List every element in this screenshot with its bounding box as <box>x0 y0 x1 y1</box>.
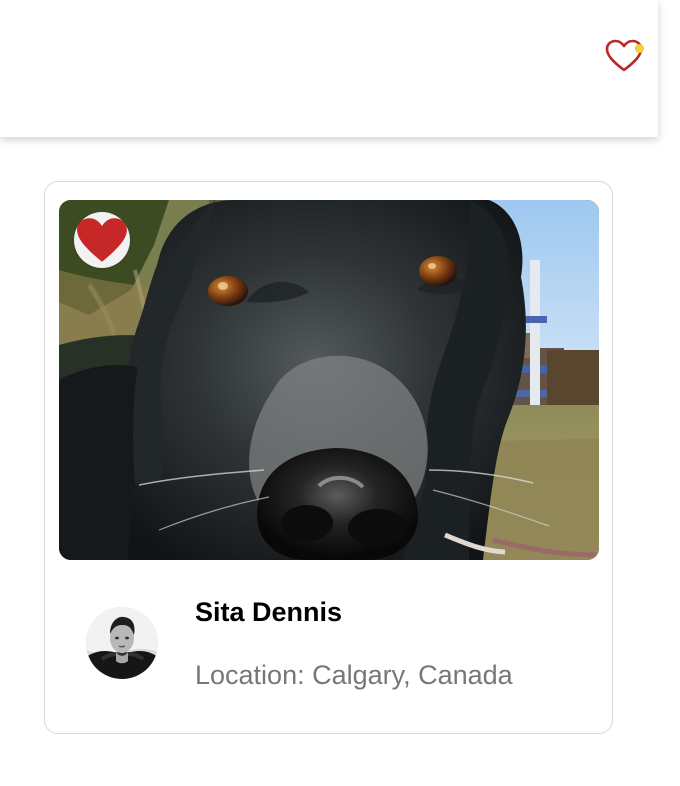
owner-name: Sita Dennis <box>195 597 343 627</box>
like-button[interactable] <box>74 212 130 268</box>
favorites-button[interactable] <box>600 36 648 76</box>
top-bar <box>0 0 658 137</box>
pet-photo <box>59 200 599 560</box>
avatar <box>86 607 158 679</box>
dog-photo-image <box>59 200 599 560</box>
pet-card: Sita Dennis Location: Calgary, Canada <box>44 181 613 734</box>
owner-location: Location: Calgary, Canada <box>195 660 513 690</box>
notification-dot <box>635 44 644 53</box>
heart-filled-icon <box>77 218 127 262</box>
man-portrait-avatar <box>86 607 158 679</box>
